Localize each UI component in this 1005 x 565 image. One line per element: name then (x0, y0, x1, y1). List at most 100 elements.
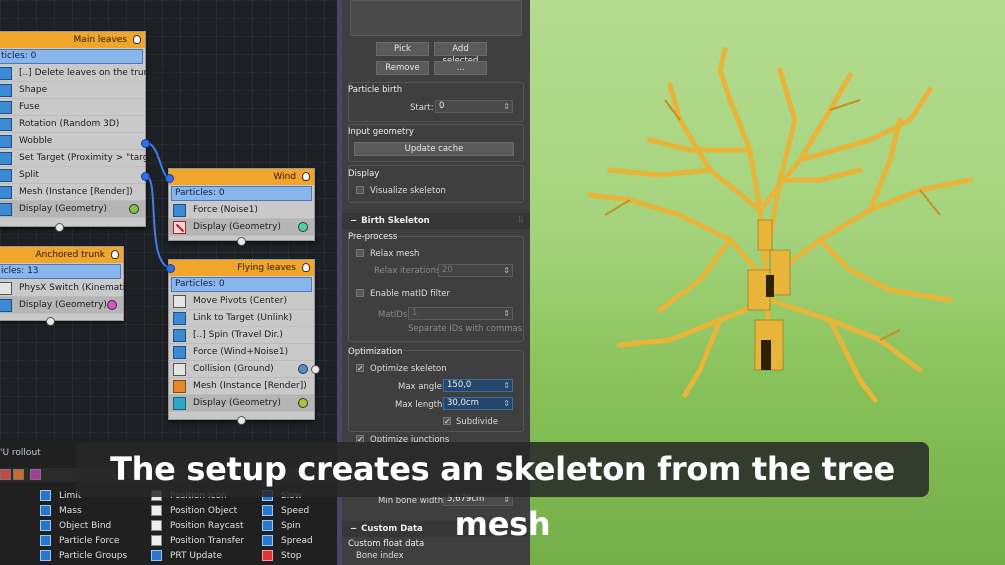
operator-wobble[interactable]: Wobble (0, 133, 145, 150)
display-color-dot[interactable] (298, 398, 308, 408)
bulb-icon[interactable] (302, 172, 310, 181)
depot-item[interactable]: Spin (262, 518, 313, 533)
operator-display[interactable]: Display (Geometry) (169, 219, 314, 236)
matids-field[interactable]: 1 (408, 307, 513, 320)
input-port-wind[interactable] (165, 174, 174, 183)
node-header[interactable]: Anchored trunk (0, 247, 123, 263)
depot-item[interactable]: Position Raycast (151, 518, 244, 533)
relax-mesh-checkbox[interactable] (356, 249, 364, 257)
operator-display[interactable]: Display (Geometry) (0, 297, 123, 314)
operator-link-to-target[interactable]: Link to Target (Unlink) (169, 310, 314, 327)
operator-set-target[interactable]: Set Target (Proximity > "target") (0, 150, 165, 167)
enable-matid-label: Enable matID filter (370, 289, 451, 299)
depot-item[interactable]: Mass (40, 503, 127, 518)
more-button[interactable]: ... (434, 61, 487, 75)
position-transfer-icon (151, 535, 162, 546)
collision-port-dot[interactable] (298, 364, 308, 374)
depot-item[interactable]: Position Object (151, 503, 244, 518)
object-list[interactable] (350, 0, 522, 36)
operator-mesh[interactable]: Mesh (Instance [Render]) (169, 378, 314, 395)
depot-item[interactable]: PRT Update (151, 548, 244, 563)
delete-icon (0, 66, 12, 80)
operator-delete[interactable]: [..] Delete leaves on the trunk (On... (0, 65, 182, 82)
particle-count: Particles: 0 (171, 186, 312, 201)
start-label: Start: (410, 103, 434, 113)
position-object-icon (151, 505, 162, 516)
display-color-dot[interactable] (129, 204, 139, 214)
enable-matid-checkbox[interactable] (356, 289, 364, 297)
preprocess-heading: Pre-process (348, 232, 398, 242)
depot-column-1: Limit Mass Object Bind Particle Force Pa… (40, 488, 127, 563)
operator-fuse[interactable]: Fuse (0, 99, 145, 116)
bulb-icon[interactable] (133, 35, 141, 44)
mesh-icon (173, 379, 186, 393)
node-header[interactable]: Main leaves (0, 32, 145, 48)
toolbar-icon-c[interactable] (30, 469, 41, 480)
operator-display[interactable]: Display (Geometry) (0, 201, 145, 218)
operator-spin[interactable]: [..] Spin (Travel Dir.) (169, 327, 314, 344)
display-color-dot[interactable] (107, 300, 117, 310)
add-selected-button[interactable]: Add selected (434, 42, 487, 66)
optimize-skeleton-label: Optimize skeleton (370, 364, 447, 374)
link-target-icon (173, 311, 186, 325)
optimize-skeleton-checkbox[interactable]: ✓ (356, 364, 364, 373)
node-header[interactable]: Flying leaves (169, 260, 314, 276)
operator-mesh[interactable]: Mesh (Instance [Render]) (0, 184, 145, 201)
operator-collision[interactable]: Collision (Ground) (169, 361, 314, 378)
node-main-leaves[interactable]: Main leaves ticles: 0 [..] Delete leaves… (0, 31, 182, 227)
depot-column-3: Slow Speed Spin Spread Stop (262, 488, 313, 563)
spin-icon (173, 328, 186, 342)
collapse-icon: − (350, 524, 358, 534)
input-port-flying-leaves[interactable] (166, 264, 175, 273)
operator-rotation[interactable]: Rotation (Random 3D) (0, 116, 145, 133)
operator-display[interactable]: Display (Geometry) (169, 395, 314, 412)
output-port-anchored-trunk-bottom[interactable] (46, 317, 55, 326)
display-icon (173, 396, 186, 410)
relax-iterations-spinner[interactable]: 20 (438, 264, 513, 277)
prt-update-icon (151, 550, 162, 561)
remove-button[interactable]: Remove (376, 61, 429, 75)
node-header[interactable]: Wind (169, 169, 314, 185)
depot-item[interactable]: Particle Force (40, 533, 127, 548)
input-port-main-leaves-bottom[interactable] (55, 223, 64, 232)
node-flying-leaves[interactable]: Flying leaves Particles: 0 Move Pivots (… (168, 259, 315, 420)
output-port-flying-leaves-bottom[interactable] (237, 416, 246, 425)
depot-item[interactable]: Object Bind (40, 518, 127, 533)
max-length-spinner[interactable]: 30,0cm (443, 397, 513, 410)
node-anchored-trunk[interactable]: Anchored trunk icles: 13 PhysX Switch (K… (0, 246, 134, 321)
operator-force[interactable]: Force (Wind+Noise1) (169, 344, 314, 361)
operator-physx-switch[interactable]: PhysX Switch (Kinematic) (0, 280, 134, 297)
depot-item[interactable]: Spread (262, 533, 313, 548)
subdivide-checkbox[interactable]: ✓ (443, 417, 451, 426)
start-spinner[interactable]: 0 (435, 100, 513, 113)
node-wind[interactable]: Wind Particles: 0 Force (Noise1) Display… (168, 168, 315, 241)
operator-force[interactable]: Force (Noise1) (169, 202, 314, 219)
particle-flow-node-editor[interactable]: Main leaves ticles: 0 [..] Delete leaves… (0, 0, 337, 440)
relax-iterations-label: Relax iterations: (374, 266, 444, 276)
position-raycast-icon (151, 520, 162, 531)
birth-skeleton-rollout-header[interactable]: − Birth Skeleton (342, 213, 530, 229)
output-port-split[interactable] (141, 172, 150, 181)
visualize-skeleton-checkbox[interactable] (356, 186, 364, 194)
update-cache-button[interactable]: Update cache (354, 142, 514, 156)
bulb-icon[interactable] (302, 263, 310, 272)
display-icon (0, 298, 12, 312)
toolbar-icon-a[interactable] (0, 469, 11, 480)
operator-shape[interactable]: Shape (0, 82, 145, 99)
depot-item[interactable]: Speed (262, 503, 313, 518)
bulb-icon[interactable] (111, 250, 119, 259)
node-title: Flying leaves (237, 263, 296, 273)
particle-birth-heading: Particle birth (348, 85, 403, 95)
pick-button[interactable]: Pick (376, 42, 429, 56)
toolbar-icon-b[interactable] (13, 469, 24, 480)
output-port-wind-bottom[interactable] (237, 237, 246, 246)
depot-item[interactable]: Particle Groups (40, 548, 127, 563)
depot-item[interactable]: Stop (262, 548, 313, 563)
depot-item[interactable]: Position Transfer (151, 533, 244, 548)
max-angle-spinner[interactable]: 150,0 (443, 379, 513, 392)
output-port-wobble[interactable] (141, 139, 150, 148)
operator-split[interactable]: Split (0, 167, 145, 184)
operator-move-pivots[interactable]: Move Pivots (Center) (169, 293, 314, 310)
display-color-dot[interactable] (298, 222, 308, 232)
output-port-collision[interactable] (311, 365, 320, 374)
